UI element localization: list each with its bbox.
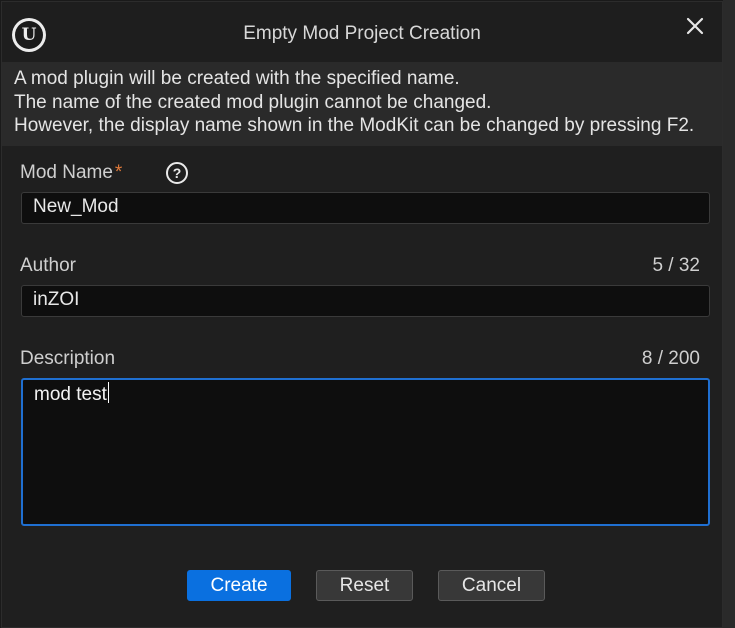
create-button[interactable]: Create [187, 570, 291, 601]
info-line: The name of the created mod plugin canno… [14, 91, 492, 113]
question-circle-icon[interactable]: ? [166, 162, 188, 184]
author-char-counter: 5 / 32 [652, 255, 700, 276]
mod-name-label: Mod Name * [20, 162, 122, 184]
info-line: A mod plugin will be created with the sp… [14, 68, 460, 89]
text-caret [107, 382, 109, 403]
mod-name-value: New_Mod [33, 196, 119, 217]
description-label: Description [20, 348, 116, 369]
dialog-title: Empty Mod Project Creation [243, 23, 481, 44]
title-bar: U Empty Mod Project Creation [2, 2, 722, 62]
background-window-edge [723, 0, 735, 628]
close-button[interactable] [682, 14, 708, 40]
author-input[interactable]: inZOI [21, 285, 710, 317]
reset-button[interactable]: Reset [316, 570, 413, 601]
close-icon [686, 17, 704, 35]
mod-name-label-text: Mod Name [20, 162, 113, 183]
description-char-counter: 8 / 200 [641, 348, 700, 369]
description-value: mod test [34, 384, 107, 405]
info-line: However, the display name shown in the M… [14, 115, 695, 136]
info-banner: A mod plugin will be created with the sp… [2, 62, 722, 146]
cancel-button[interactable]: Cancel [438, 570, 545, 601]
mod-project-dialog: U Empty Mod Project Creation A mod plugi… [1, 1, 723, 628]
required-mark: * [114, 162, 123, 183]
description-textarea[interactable]: mod test [21, 378, 710, 526]
author-label: Author [20, 255, 76, 276]
author-value: inZOI [33, 289, 80, 310]
mod-name-input[interactable]: New_Mod [21, 192, 710, 224]
